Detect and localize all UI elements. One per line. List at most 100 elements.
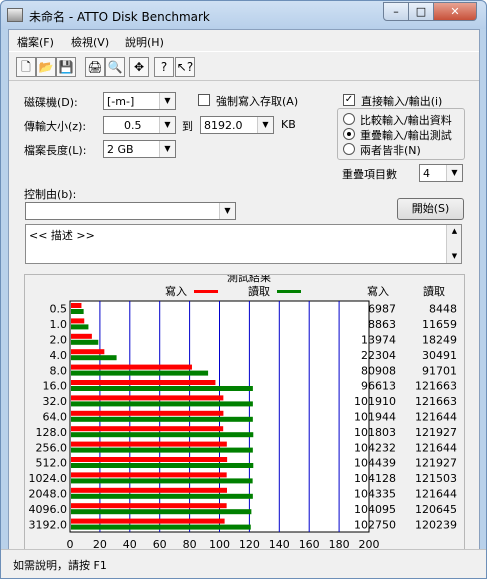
y-tick-label: 3192.0: [29, 518, 68, 531]
chevron-down-icon[interactable]: ▼: [257, 117, 273, 133]
open-folder-icon[interactable]: 📂: [36, 57, 56, 77]
read-bar: [71, 401, 253, 407]
to-label: 到: [182, 120, 193, 133]
read-value: 91701: [422, 364, 457, 377]
write-bar: [71, 380, 216, 385]
direct-io-label: 直接輸入/輸出(i): [361, 95, 443, 108]
read-value: 120239: [415, 518, 457, 531]
write-value: 102750: [354, 518, 396, 531]
read-bar: [71, 355, 117, 361]
chevron-down-icon[interactable]: ▼: [446, 165, 462, 181]
write-bar: [71, 503, 227, 509]
neither-label: 兩者皆非(N): [360, 144, 421, 157]
close-button[interactable]: ✕: [433, 2, 477, 21]
y-tick-label: 512.0: [36, 457, 68, 470]
write-bar: [71, 441, 227, 447]
chevron-down-icon[interactable]: ▼: [159, 93, 175, 109]
read-value: 121644: [415, 441, 457, 454]
y-tick-label: 4096.0: [29, 503, 68, 516]
description-text: << 描述 >>: [29, 229, 95, 242]
read-bar: [71, 509, 252, 515]
results-group: 測試結果 寫入 讀取 寫入 讀取 0 20 40 60 80 100 120 140 160 18…: [24, 270, 465, 565]
write-value: 6987: [368, 303, 396, 316]
save-icon[interactable]: 💾: [56, 57, 76, 77]
y-tick-label: 16.0: [43, 380, 68, 393]
menu-help[interactable]: 說明(H): [125, 34, 164, 50]
move-icon[interactable]: ✥: [129, 57, 149, 77]
compare-io-label: 比較輸入/輸出資料: [360, 114, 452, 127]
new-file-icon[interactable]: 🗋: [16, 57, 36, 77]
print-preview-icon[interactable]: 🔍: [105, 57, 125, 77]
write-bar: [71, 410, 224, 416]
read-legend-swatch: [277, 290, 301, 293]
read-bar: [71, 324, 89, 330]
force-write-checkbox[interactable]: [198, 94, 210, 106]
results-chart: 測試結果 寫入 讀取 寫入 讀取 0 20 40 60 80 100 120 140 160 18…: [29, 270, 458, 565]
queue-depth-select[interactable]: 4 ▼: [419, 164, 463, 182]
read-bar: [71, 478, 253, 484]
chevron-down-icon[interactable]: ▼: [159, 141, 175, 157]
read-value: 121927: [415, 457, 457, 470]
write-value: 22304: [361, 349, 396, 362]
write-bar: [71, 318, 85, 324]
write-value: 8863: [368, 318, 396, 331]
read-value: 18249: [422, 334, 457, 347]
write-legend-swatch: [194, 290, 218, 293]
write-value: 104095: [354, 503, 396, 516]
read-value: 30491: [422, 349, 457, 362]
title-bar[interactable]: 未命名 - ATTO Disk Benchmark – □ ✕: [1, 1, 486, 29]
transfer-to-select[interactable]: 8192.0 ▼: [200, 116, 274, 134]
app-window: 未命名 - ATTO Disk Benchmark – □ ✕ 檔案(F) 檢視…: [0, 0, 487, 579]
menu-view[interactable]: 檢視(V): [71, 34, 109, 50]
description-scrollbar[interactable]: ▲ ▼: [446, 225, 461, 263]
write-bar: [71, 364, 192, 370]
write-value: 80908: [361, 364, 396, 377]
read-value: 120645: [415, 503, 457, 516]
compare-io-radio[interactable]: [343, 113, 355, 125]
y-tick-label: 32.0: [43, 395, 68, 408]
write-value: 13974: [361, 334, 396, 347]
direct-io-checkbox[interactable]: ✓: [343, 94, 355, 106]
scroll-down-icon[interactable]: ▼: [447, 250, 462, 263]
read-value: 8448: [429, 303, 457, 316]
write-bar: [71, 333, 92, 339]
help-icon[interactable]: ?: [154, 57, 174, 77]
file-length-label: 檔案長度(L):: [24, 144, 87, 157]
y-tick-label: 64.0: [43, 411, 68, 424]
maximize-button[interactable]: □: [408, 2, 434, 21]
write-value: 96613: [361, 380, 396, 393]
read-value: 121503: [415, 472, 457, 485]
read-value: 121644: [415, 488, 457, 501]
overlapped-io-radio[interactable]: [343, 128, 355, 140]
scroll-up-icon[interactable]: ▲: [447, 225, 462, 238]
read-bar: [71, 524, 251, 530]
write-bar: [71, 518, 225, 524]
drive-value: [-m-]: [107, 95, 135, 108]
controlled-by-select[interactable]: ▼: [25, 202, 236, 220]
description-box[interactable]: << 描述 >> ▲ ▼: [25, 224, 462, 264]
write-bar: [71, 487, 227, 493]
queue-depth-value: 4: [423, 167, 430, 180]
overlapped-io-label: 重疊輸入/輸出測試: [360, 129, 452, 142]
drive-select[interactable]: [-m-] ▼: [103, 92, 176, 110]
read-bar: [71, 386, 253, 391]
app-icon: [7, 8, 23, 22]
file-length-select[interactable]: 2 GB ▼: [103, 140, 176, 158]
start-button[interactable]: 開始(S): [397, 198, 464, 220]
transfer-from-select[interactable]: 0.5 ▼: [103, 116, 176, 134]
write-value: 104232: [354, 441, 396, 454]
write-value: 104128: [354, 472, 396, 485]
minimize-button[interactable]: –: [383, 2, 409, 21]
drive-label: 磁碟機(D):: [24, 96, 78, 109]
print-icon[interactable]: 🖨: [85, 57, 105, 77]
context-help-icon[interactable]: ↖?: [175, 57, 195, 77]
menu-file[interactable]: 檔案(F): [17, 34, 54, 50]
status-bar: 如需說明，請按 F1: [1, 549, 486, 578]
write-legend-label: 寫入: [165, 284, 187, 298]
read-bar: [71, 416, 253, 422]
status-text: 如需說明，請按 F1: [13, 559, 107, 572]
neither-radio[interactable]: [343, 143, 355, 155]
chevron-down-icon[interactable]: ▼: [219, 203, 235, 219]
read-value: 121927: [415, 426, 457, 439]
chevron-down-icon[interactable]: ▼: [159, 117, 175, 133]
